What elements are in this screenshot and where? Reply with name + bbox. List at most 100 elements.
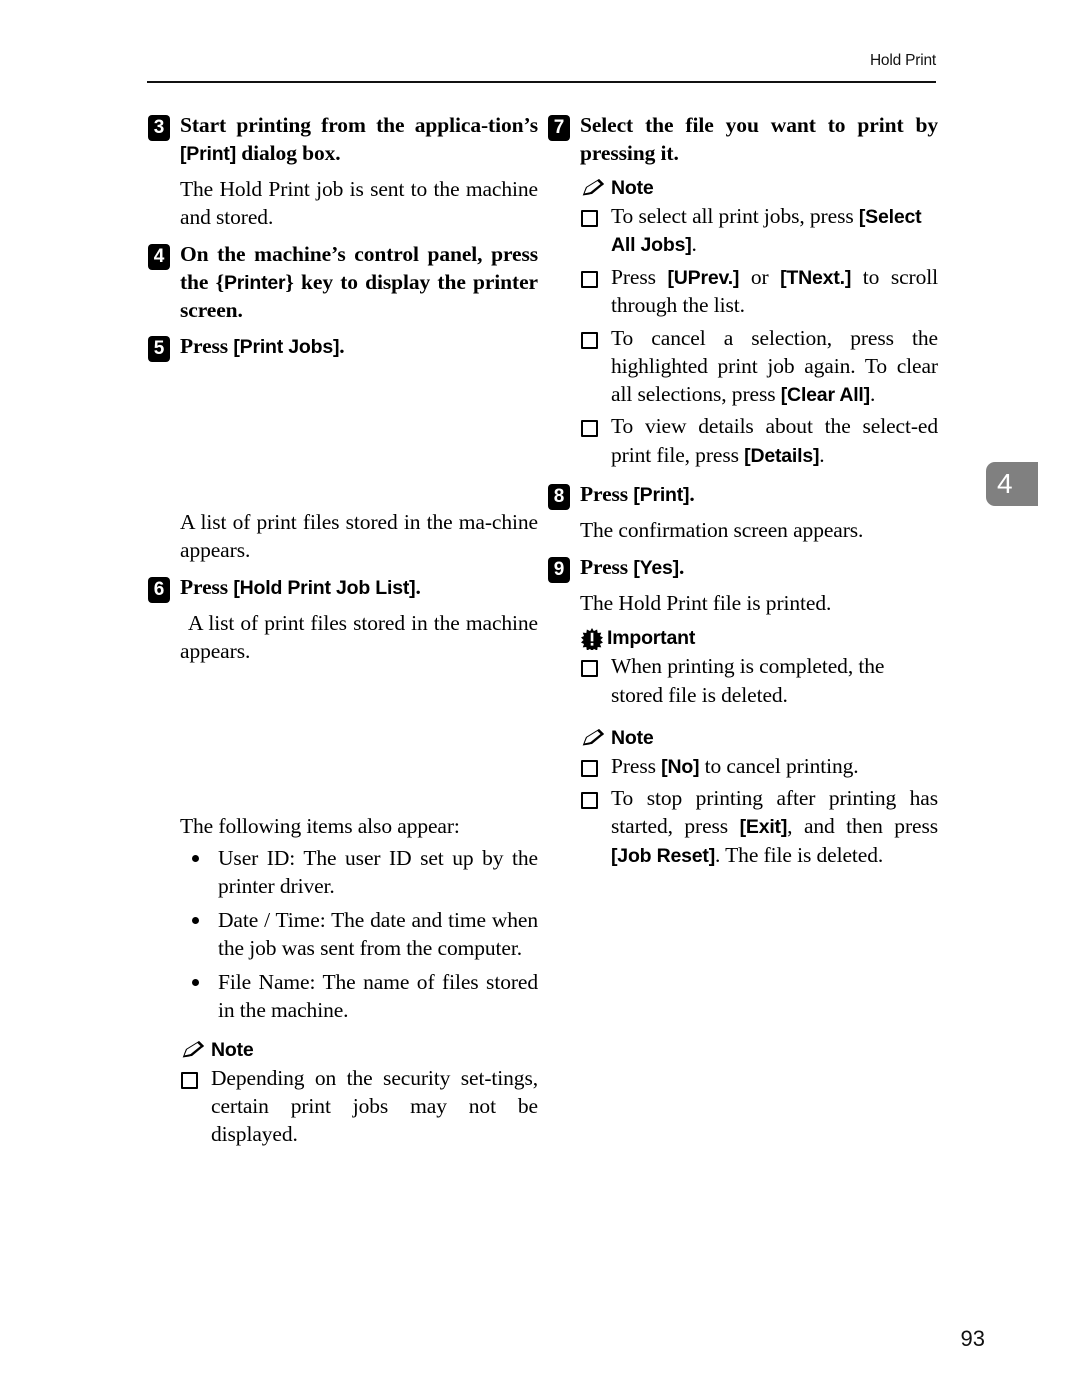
step-3-body: The Hold Print job is sent to the machin… (180, 176, 538, 230)
dot-bullet-icon (192, 854, 199, 862)
note-label: Note (611, 726, 654, 749)
right-column: 7 Select the file you want to print by p… (548, 112, 938, 873)
step-3-text: Start printing from the applica-tion’s [… (180, 112, 538, 168)
note-item: To select all print jobs, press [Select … (548, 202, 938, 259)
step-9-text-a: Press (580, 555, 634, 580)
figure-placeholder-1 (148, 363, 538, 501)
dot-bullet-icon (192, 979, 199, 987)
step-5-number: 5 (148, 336, 170, 362)
note-item-key-next: [TNext.] (780, 266, 852, 289)
note-item: Press [No] to cancel printing. (548, 752, 938, 781)
step-7-text: Select the file you want to print by pre… (580, 113, 938, 165)
chapter-tab-number: 4 (997, 468, 1013, 499)
note-item-text-a: To select all print jobs, press (611, 203, 859, 228)
note-heading-step7: Note (548, 177, 938, 200)
step-3-key: [Print] (180, 142, 237, 165)
step-6: 6 Press [Hold Print Job List]. (148, 574, 538, 604)
note-item-text-mid: , and then press (787, 814, 938, 839)
important-heading: Important (548, 627, 938, 650)
step-5-text-a: Press (180, 334, 234, 358)
note-heading-left: Note (148, 1039, 538, 1062)
note-item-text-b: . The file is deleted. (714, 842, 884, 867)
left-column: 3 Start printing from the applica-tion’s… (148, 112, 538, 1152)
step-9: 9 Press [Yes]. (548, 554, 938, 584)
step-7: 7 Select the file you want to print by p… (548, 112, 938, 168)
note-item-key: [Details] (744, 444, 820, 467)
note-item-text-b: to cancel printing. (699, 753, 859, 778)
note-item-key: [Clear All] (780, 383, 870, 406)
note-item-key: [No] (661, 755, 700, 778)
step-6-text: Press [Hold Print Job List]. (180, 574, 538, 602)
list-item-text: Date / Time: The date and time when the … (218, 907, 538, 961)
note-label: Note (211, 1038, 254, 1061)
step-5-body: A list of print files stored in the ma-c… (180, 509, 538, 563)
box-bullet-icon (581, 759, 598, 777)
pencil-icon (582, 179, 604, 196)
pencil-icon (582, 729, 604, 746)
note-item-text-b: . (819, 442, 825, 467)
note-item-text: Depending on the security set-tings, cer… (211, 1065, 538, 1146)
important-item: When printing is completed, the stored f… (548, 652, 938, 708)
box-bullet-icon (581, 270, 598, 288)
note-item: To cancel a selection, press the highlig… (548, 324, 938, 409)
step-6-text-b: . (415, 575, 421, 600)
chapter-tab: 4 (986, 462, 1038, 506)
step-8-number: 8 (548, 484, 570, 511)
note-item-key-prev: [UPrev.] (667, 266, 740, 289)
box-bullet-icon (581, 660, 598, 678)
dot-bullet-icon (192, 916, 199, 924)
note-item: Press [UPrev.] or [TNext.] to scroll thr… (548, 263, 938, 320)
note-item-text-a: Press (611, 264, 668, 289)
step-5: 5 Press [Print Jobs]. (148, 333, 538, 362)
step-8-text-b: . (689, 482, 695, 507)
step-8: 8 Press [Print]. (548, 481, 938, 511)
step-9-key: [Yes] (633, 557, 679, 580)
step-4-key: Printer (223, 272, 286, 295)
step-8-text-a: Press (580, 482, 634, 507)
step-5-text-b: . (339, 334, 345, 358)
step-3-text-b: dialog box. (236, 140, 341, 165)
box-bullet-icon (581, 209, 598, 227)
page-header: Hold Print (147, 52, 936, 86)
step-8-key: [Print] (633, 484, 690, 507)
step-9-body: The Hold Print file is printed. (580, 591, 832, 616)
important-label: Important (607, 627, 696, 650)
document-page: Hold Print 4 3 Start printing from the a… (0, 0, 1080, 1397)
pencil-icon (182, 1041, 204, 1058)
list-item: User ID: The user ID set up by the print… (148, 844, 538, 900)
note-item-key-jobreset: [Job Reset] (611, 844, 715, 867)
note-item-key-exit: [Exit] (739, 816, 788, 839)
header-title: Hold Print (869, 52, 936, 69)
step-3: 3 Start printing from the applica-tion’s… (148, 112, 538, 168)
step-8-body: The confirmation screen appears. (580, 518, 864, 543)
note-item: Depending on the security set-tings, cer… (148, 1064, 538, 1148)
note-item-text-a: To cancel a selection, press the highlig… (611, 325, 938, 406)
list-item-text: User ID: The user ID set up by the print… (218, 845, 538, 898)
note-item: To view details about the select-ed prin… (548, 412, 938, 469)
note-item: To stop printing after printing has star… (548, 784, 938, 869)
step-6-key: [Hold Print Job List] (233, 577, 416, 600)
step-6-body: A list of print files stored in the mach… (180, 611, 538, 664)
step-4: 4 On the machine’s control panel, press … (148, 241, 538, 325)
step-6-number: 6 (148, 577, 170, 604)
figure-placeholder-2 (148, 676, 538, 805)
step-9-number: 9 (548, 557, 570, 584)
following-items-lead: The following items also appear: (180, 813, 460, 838)
header-rule (147, 81, 936, 83)
step-4-text: On the machine’s control panel, press th… (180, 241, 538, 325)
note-heading-step9: Note (548, 727, 938, 750)
list-item: File Name: The name of files stored in t… (148, 968, 538, 1024)
step-7-number: 7 (548, 115, 570, 141)
page-number: 93 (960, 1326, 985, 1351)
note-label: Note (611, 176, 654, 199)
important-item-text: When printing is completed, the stored f… (611, 654, 885, 707)
box-bullet-icon (581, 420, 598, 438)
step-5-key: [Print Jobs] (233, 336, 340, 358)
note-item-text-mid: or (739, 264, 781, 289)
step-8-text: Press [Print]. (580, 481, 938, 509)
note-item-text-a: Press (611, 753, 662, 778)
list-item-text: File Name: The name of files stored in t… (218, 970, 538, 1023)
note-item-text-b: . (691, 232, 697, 257)
step-5-text: Press [Print Jobs]. (180, 333, 538, 361)
list-item: Date / Time: The date and time when the … (148, 906, 538, 962)
